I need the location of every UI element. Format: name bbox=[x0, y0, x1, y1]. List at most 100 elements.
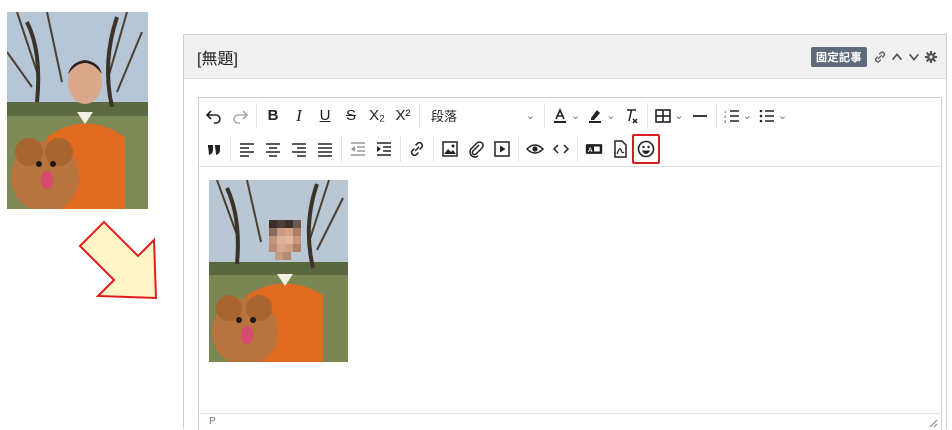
header-actions: 固定記事 bbox=[811, 46, 938, 67]
block-format-select[interactable]: 段落 ⌄ bbox=[423, 102, 541, 130]
link-icon[interactable] bbox=[873, 50, 887, 64]
pixelated-photo[interactable] bbox=[209, 180, 348, 362]
clear-format-button[interactable] bbox=[618, 102, 644, 130]
outdent-button[interactable] bbox=[345, 135, 371, 163]
align-center-icon bbox=[266, 142, 280, 157]
align-justify-icon bbox=[318, 142, 332, 157]
bold-button[interactable]: B bbox=[260, 102, 286, 130]
link-icon bbox=[410, 141, 424, 156]
attach-file-button[interactable] bbox=[463, 135, 489, 163]
chevron-down-icon: ⌄ bbox=[571, 110, 581, 122]
blockquote-button[interactable] bbox=[201, 135, 227, 163]
clear-format-icon bbox=[627, 108, 638, 124]
toolbar-separator bbox=[518, 135, 519, 162]
underline-icon: U bbox=[319, 107, 331, 124]
code-icon bbox=[552, 143, 570, 154]
align-left-icon bbox=[240, 142, 254, 157]
indent-icon bbox=[377, 141, 391, 156]
chevron-down-icon: ⌄ bbox=[777, 110, 788, 122]
toolbar-separator bbox=[230, 135, 231, 162]
toolbar-row-1: B I U S X₂ X² 段落 ⌄ ⌄ ⌄ ⌄ 1 2 3 ⌄ ⌄ bbox=[201, 99, 939, 132]
highlighter-icon bbox=[589, 109, 602, 123]
italic-icon: I bbox=[296, 105, 302, 125]
bold-icon: B bbox=[267, 107, 279, 124]
align-right-icon bbox=[292, 142, 306, 157]
pinned-post-badge[interactable]: 固定記事 bbox=[811, 46, 867, 67]
post-title: [無題] bbox=[197, 50, 238, 68]
redo-button[interactable] bbox=[227, 102, 253, 130]
image-icon bbox=[442, 140, 458, 157]
editor-statusbar: P bbox=[199, 413, 941, 430]
superscript-icon: X² bbox=[395, 107, 411, 124]
chevron-down-icon: ⌄ bbox=[674, 110, 684, 122]
resize-handle-icon[interactable] bbox=[928, 418, 938, 428]
highlight-color-button[interactable]: ⌄ bbox=[583, 102, 618, 130]
insert-emoji-button[interactable] bbox=[632, 133, 660, 164]
underline-button[interactable]: U bbox=[312, 102, 338, 130]
undo-icon bbox=[205, 109, 221, 124]
down-right-arrow-icon bbox=[78, 220, 162, 302]
align-left-button[interactable] bbox=[234, 135, 260, 163]
template-icon: A bbox=[585, 143, 603, 154]
smiley-icon bbox=[637, 140, 655, 157]
redo-icon bbox=[233, 109, 249, 124]
chevron-down-icon: ⌄ bbox=[742, 110, 752, 122]
eye-icon bbox=[526, 143, 544, 154]
svg-text:A: A bbox=[588, 146, 593, 153]
chevron-down-icon: ⌄ bbox=[606, 110, 616, 122]
quote-icon bbox=[208, 144, 220, 155]
chevron-down-icon[interactable] bbox=[907, 50, 921, 64]
table-icon bbox=[655, 108, 672, 123]
editor-content-area[interactable] bbox=[199, 167, 941, 411]
subscript-icon: X₂ bbox=[369, 107, 385, 124]
toolbar-separator bbox=[341, 135, 342, 162]
italic-button[interactable]: I bbox=[286, 102, 312, 130]
source-code-button[interactable] bbox=[548, 135, 574, 163]
toolbar-separator bbox=[419, 102, 420, 129]
horizontal-rule-icon bbox=[692, 114, 707, 117]
toolbar-separator bbox=[433, 135, 434, 162]
toolbar-separator bbox=[715, 102, 717, 129]
toolbar-row-2: A bbox=[201, 132, 939, 165]
panel-header: [無題] 固定記事 bbox=[184, 35, 946, 79]
undo-button[interactable] bbox=[201, 102, 227, 130]
toolbar-separator bbox=[544, 102, 545, 129]
horizontal-rule-button[interactable] bbox=[687, 102, 713, 130]
gear-icon[interactable] bbox=[924, 50, 938, 64]
block-format-value: 段落 bbox=[431, 109, 458, 124]
numbered-list-icon: 123 bbox=[724, 109, 739, 124]
align-center-button[interactable] bbox=[260, 135, 286, 163]
element-path[interactable]: P bbox=[209, 416, 216, 427]
table-button[interactable]: ⌄ bbox=[651, 102, 686, 130]
chevron-up-icon[interactable] bbox=[890, 50, 904, 64]
play-icon bbox=[494, 140, 510, 157]
superscript-button[interactable]: X² bbox=[390, 102, 416, 130]
pdf-icon bbox=[614, 139, 627, 158]
toolbar-separator bbox=[400, 135, 401, 162]
numbered-list-button[interactable]: 123 ⌄ bbox=[720, 102, 755, 130]
post-editor-panel: [無題] 固定記事 B I U S X₂ X² 段落 ⌄ ⌄ ⌄ ⌄ 1 2 3… bbox=[183, 34, 947, 430]
strikethrough-button[interactable]: S bbox=[338, 102, 364, 130]
insert-media-button[interactable] bbox=[489, 135, 515, 163]
strikethrough-icon: S bbox=[345, 107, 356, 124]
insert-link-button[interactable] bbox=[404, 135, 430, 163]
paperclip-icon bbox=[469, 140, 484, 158]
align-right-button[interactable] bbox=[286, 135, 312, 163]
toolbar-separator bbox=[256, 102, 257, 129]
align-justify-button[interactable] bbox=[312, 135, 338, 163]
svg-text:3: 3 bbox=[724, 119, 727, 124]
text-color-button[interactable]: ⌄ bbox=[548, 102, 583, 130]
indent-button[interactable] bbox=[371, 135, 397, 163]
preview-button[interactable] bbox=[522, 135, 548, 163]
bullet-list-button[interactable]: ⌄ bbox=[755, 102, 790, 130]
rich-text-editor: B I U S X₂ X² 段落 ⌄ ⌄ ⌄ ⌄ 1 2 3 ⌄ ⌄ A P bbox=[198, 97, 942, 430]
insert-pdf-button[interactable] bbox=[607, 135, 633, 163]
text-color-icon bbox=[554, 107, 566, 123]
insert-image-button[interactable] bbox=[437, 135, 463, 163]
editor-toolbar: B I U S X₂ X² 段落 ⌄ ⌄ ⌄ ⌄ 1 2 3 ⌄ ⌄ A bbox=[199, 98, 941, 167]
toolbar-separator bbox=[647, 102, 649, 129]
insert-template-button[interactable]: A bbox=[581, 135, 607, 163]
toolbar-separator bbox=[577, 135, 578, 162]
subscript-button[interactable]: X₂ bbox=[364, 102, 390, 130]
original-photo bbox=[7, 12, 148, 209]
